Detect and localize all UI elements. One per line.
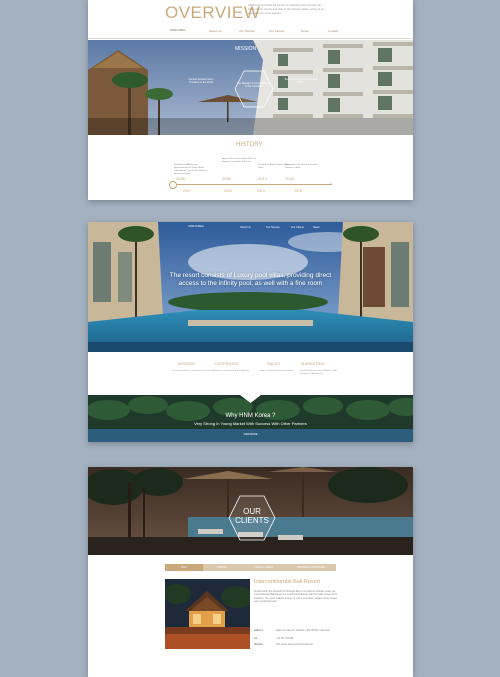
hexagon-icon [234, 70, 274, 108]
why-title: Why HNM Korea ? [225, 413, 276, 419]
history-bottom-year-3: 2013 [257, 189, 265, 193]
clients-card: OUR CLIENTS BALI PHUKET KOREA & JAPAN VI… [88, 467, 413, 677]
history-bottom-year-1: 2007 [183, 189, 191, 193]
overview-card: OVERVIEW HNM Korea provides full service… [88, 0, 413, 200]
pool-hero: HNM KOREA About Us Our Service Our Clien… [88, 222, 413, 352]
hero-headline: The resort consists of Luxury pool villa… [169, 272, 332, 287]
tab-korea-japan[interactable]: KOREA & JAPAN [241, 564, 286, 571]
hotel-address-row: Address Jalan Uluwatu 45, Jimbaran, Bali … [254, 629, 330, 632]
timeline-line [172, 184, 332, 185]
hero-logo[interactable]: HNM KOREA [188, 225, 204, 228]
nav-contact[interactable]: Contact [328, 29, 338, 33]
clients-title: OUR CLIENTS [235, 507, 269, 525]
address-label: Address [254, 629, 263, 632]
timeline-arrow-icon: › [330, 181, 332, 187]
hotel-description: Nestled within the tranquility of Jimbar… [254, 591, 337, 603]
history-year-2: 2009 [222, 176, 231, 181]
history-bottom-year-4: 2016 [294, 189, 302, 193]
services-card: HNM KOREA About Us Our Service Our Clien… [88, 222, 413, 442]
history-bottom-year-2: 2009 [224, 189, 232, 193]
website-label: Website [254, 643, 263, 646]
nav-clients[interactable]: Our Clients [269, 29, 284, 33]
history-year-1: 2008 [176, 176, 185, 181]
website-link[interactable]: http://www.bali.intercontinental.com [276, 643, 313, 646]
history-title: HISTORY [236, 142, 263, 148]
why-subtitle: Very Strong In Young Market With Success… [194, 421, 307, 426]
hotel-website-row: Website http://www.bali.intercontinental.… [254, 643, 313, 646]
address-value: Jalan Uluwatu 45, Jimbaran, Bali 80361, … [276, 629, 330, 632]
overview-text: HNM Korea provides full service of marke… [248, 4, 324, 15]
tab-bali[interactable]: BALI [165, 564, 203, 571]
hotel-name: Intercontinental Bali Resort [254, 579, 321, 585]
service-title-mission[interactable]: MISSION [178, 361, 195, 366]
service-text-marketing: Digital Marketing, Social Media, Public … [300, 370, 338, 375]
service-text-sales: Sales & Promotion Representative [260, 370, 294, 372]
service-title-marketing[interactable]: MARKETING [301, 361, 325, 366]
why-banner: Why HNM Korea ? Very Strong In Young Mar… [88, 395, 413, 442]
clients-hero: OUR CLIENTS [88, 467, 413, 555]
hero-nav-service[interactable]: Our Service [266, 226, 280, 229]
tel-label: Tel [254, 637, 258, 640]
hero-nav-about[interactable]: About Us [240, 226, 251, 229]
mission-left-text: Connect Korean Luxury Travellers to the … [188, 78, 214, 84]
timeline-start-dot [169, 181, 177, 189]
clients-tabs: BALI PHUKET KOREA & JAPAN VIETNAM & PHIL… [165, 564, 336, 571]
tel-value: +62 361 701888 [276, 637, 294, 640]
divider [88, 38, 413, 39]
history-item-4: Expanded to 30 Hotels & Resorts Partners… [285, 164, 318, 169]
top-nav: HNM KOREA About Us Our Service Our Clien… [88, 26, 413, 36]
history-item-1: Established HNM Korea, Representative of… [174, 164, 208, 175]
history-year-4: 2016 [285, 176, 294, 181]
hotel-photo [165, 579, 250, 649]
service-title-sales[interactable]: SALES [267, 361, 280, 366]
hotel-thumbnail[interactable] [165, 579, 250, 649]
hotel-tel-row: Tel +62 361 701888 [254, 637, 293, 640]
mission-title: MISSION [235, 46, 257, 52]
mission-image: MISSION Connect Korean Luxury Travellers… [88, 40, 413, 135]
nav-about[interactable]: About Us [209, 29, 221, 33]
history-year-3: 2013 [258, 176, 267, 181]
tab-phuket[interactable]: PHUKET [203, 564, 241, 571]
nav-news[interactable]: News [301, 29, 309, 33]
history-item-2: Appointed as Korea Sales Office of Banya… [222, 158, 257, 163]
mission-hex-text: The Tapestry of Luxury Gateway to the Cu… [236, 82, 272, 88]
hero-nav-news[interactable]: News [313, 226, 320, 229]
hero-nav-clients[interactable]: Our Clients [291, 226, 304, 229]
why-view-more-link[interactable]: VIEW MORE [88, 433, 413, 436]
mission-right-text: Be the Best Marketing & Sales Partner [284, 78, 318, 84]
nav-service[interactable]: Our Service [239, 29, 255, 33]
service-text-mission: Connect the Best Luxury Hotels to Korea [172, 370, 212, 372]
service-text-cooperate: Marketing Cooperation & Joint Activity [212, 370, 249, 372]
tab-vietnam-philippines[interactable]: VIETNAM & PHILIPPINES [286, 564, 336, 571]
overview-title: OVERVIEW [165, 3, 261, 22]
service-title-cooperate[interactable]: COOPERATE [214, 361, 239, 366]
logo[interactable]: HNM KOREA [170, 29, 186, 32]
